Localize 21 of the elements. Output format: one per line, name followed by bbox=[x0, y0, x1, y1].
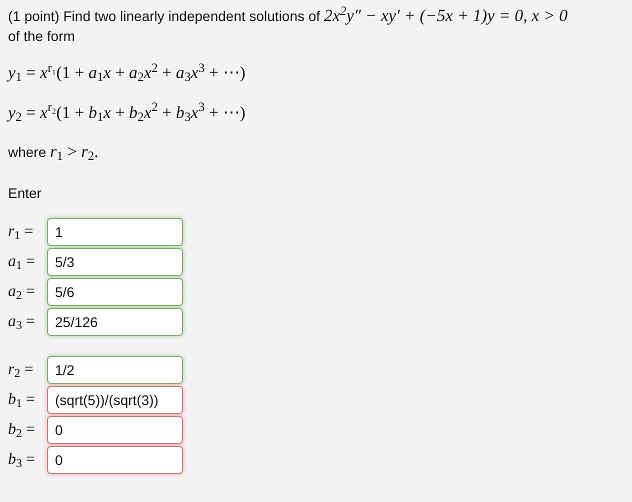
series-equation: y$_{1}$ = x$^{r₁}$(1 + a$_{1}$x + a$_{2}$x$^{2}$ + a$_{3}$x$^{3}$ + ⋯) bbox=[8, 60, 246, 86]
problem-statement: (1 point) Find two linearly independent solutions of 2x$^{2}$y″ − xy′ + (−5x + 1)y = 0, x > 0 of the form bbox=[8, 6, 569, 46]
enter-label: Enter bbox=[8, 184, 42, 202]
variable-label: a$_{2}$ = bbox=[8, 282, 36, 304]
answer-field[interactable]: 5/6 bbox=[47, 278, 183, 306]
answer-field[interactable]: (sqrt(5))/(sqrt(3)) bbox=[47, 386, 183, 414]
variable-label: b$_{1}$ = bbox=[8, 390, 36, 412]
variable-label: r$_{1}$ = bbox=[8, 222, 34, 244]
series-equation: y$_{2}$ = x$^{r₂}$(1 + b$_{1}$x + b$_{2}$x$^{2}$ + b$_{3}$x$^{3}$ + ⋯) bbox=[8, 100, 246, 125]
variable-label: a$_{1}$ = bbox=[8, 252, 36, 274]
condition-text: where r$_{1}$ > r$_{2}$. bbox=[8, 141, 98, 164]
answer-field[interactable]: 5/3 bbox=[47, 248, 183, 276]
answer-field[interactable]: 0 bbox=[47, 446, 183, 474]
variable-label: r$_{2}$ = bbox=[8, 360, 34, 382]
variable-label: b$_{2}$ = bbox=[8, 420, 36, 442]
answer-field[interactable]: 1 bbox=[47, 218, 183, 246]
answer-field[interactable]: 0 bbox=[47, 416, 183, 444]
answer-field[interactable]: 1/2 bbox=[47, 356, 183, 384]
answer-field[interactable]: 25/126 bbox=[47, 308, 183, 336]
variable-label: a$_{3}$ = bbox=[8, 312, 36, 334]
variable-label: b$_{3}$ = bbox=[8, 450, 36, 472]
